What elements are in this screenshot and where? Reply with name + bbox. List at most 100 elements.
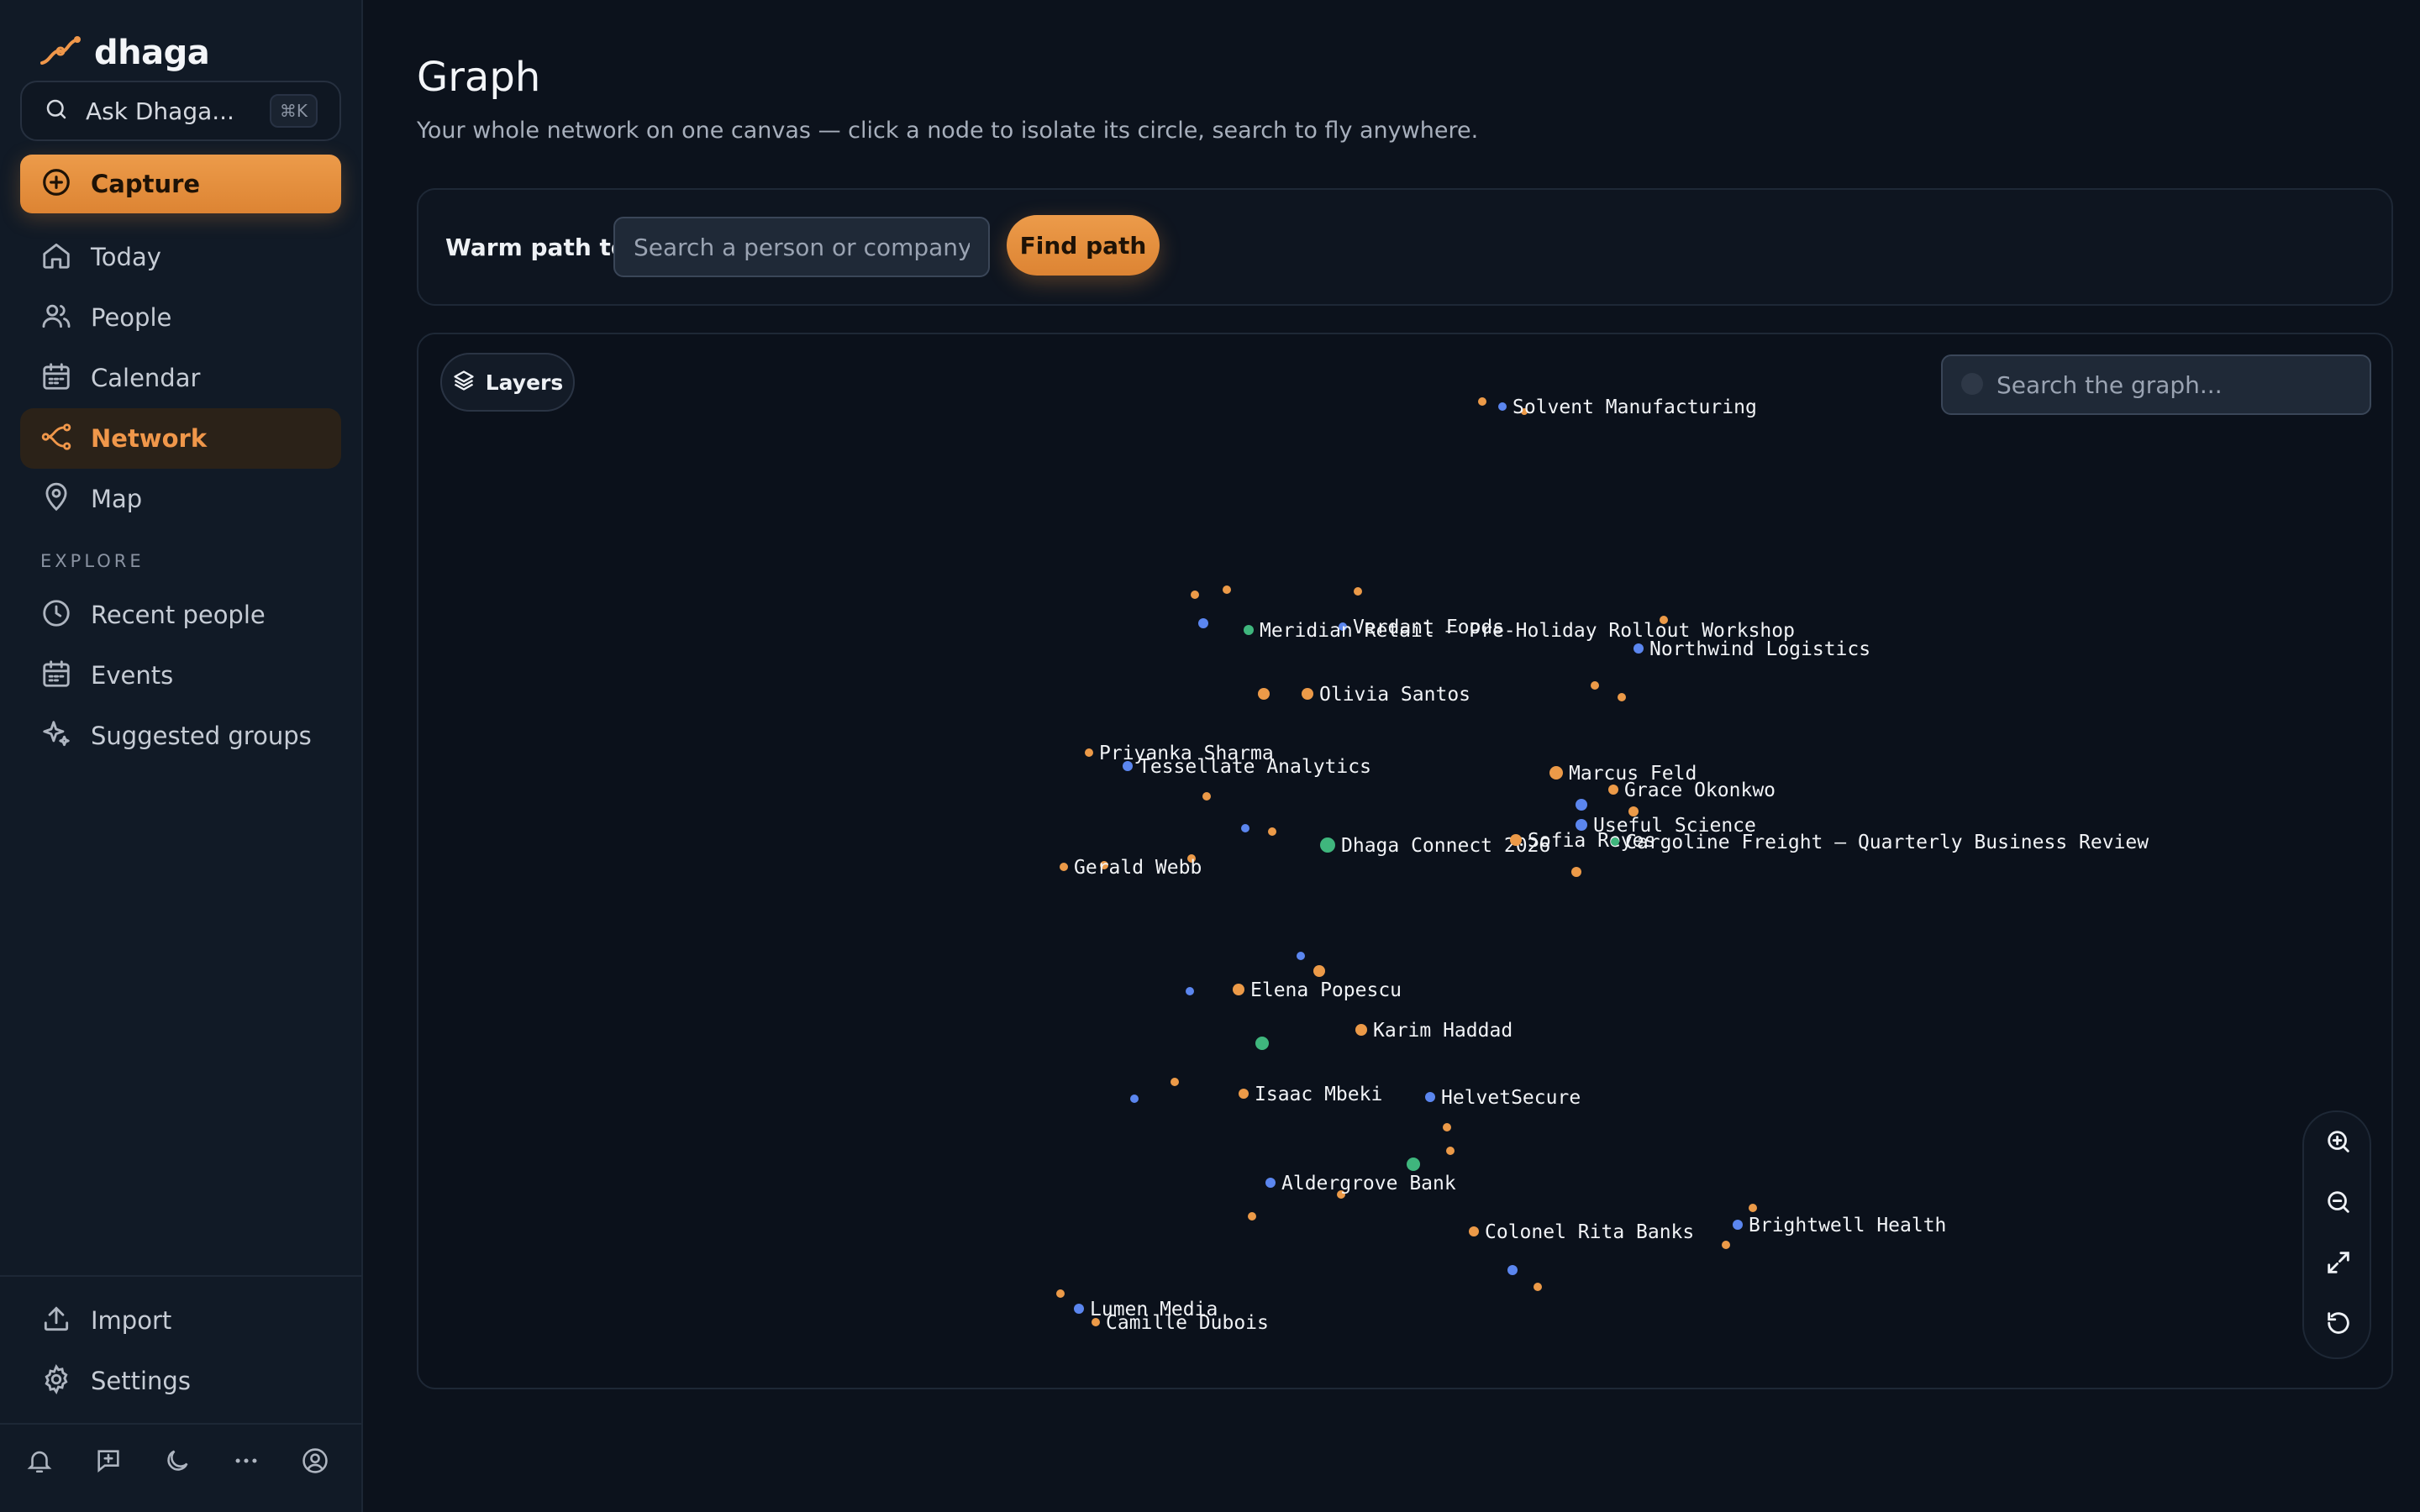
graph-node-company[interactable] — [1123, 761, 1133, 771]
search-icon — [44, 97, 69, 125]
people-icon — [40, 300, 72, 335]
logo-icon — [39, 34, 82, 71]
reset-icon[interactable] — [2321, 1305, 2356, 1341]
graph-node-label: Grace Okonkwo — [1624, 780, 1776, 801]
graph-node-person[interactable] — [1056, 1289, 1065, 1298]
nav-item-recent-people[interactable]: Recent people — [20, 585, 341, 645]
graph-node-company[interactable] — [1634, 643, 1644, 654]
nav-item-today[interactable]: Today — [20, 227, 341, 287]
graph-node-person[interactable] — [1549, 766, 1563, 780]
graph-node-company[interactable] — [1297, 952, 1305, 960]
sparkles-icon — [40, 718, 72, 753]
graph-node-person[interactable] — [1469, 1226, 1479, 1236]
graph-node-company[interactable] — [1074, 1304, 1084, 1314]
nav-label: Map — [91, 485, 143, 513]
graph-node-person[interactable] — [1749, 1204, 1757, 1212]
graph-node-person[interactable] — [1722, 1241, 1730, 1249]
graph-node-person[interactable] — [1060, 863, 1068, 871]
graph-node-person[interactable] — [1171, 1078, 1179, 1086]
graph-node-event[interactable] — [1611, 837, 1619, 846]
graph-node-company[interactable] — [1507, 1265, 1518, 1275]
graph-node-company[interactable] — [1733, 1220, 1743, 1230]
nav-label: Suggested groups — [91, 722, 312, 750]
nav-item-settings[interactable]: Settings — [20, 1351, 341, 1411]
graph-node-person[interactable] — [1571, 867, 1581, 877]
graph-node-company[interactable] — [1241, 824, 1249, 832]
graph-node-person[interactable] — [1608, 785, 1618, 795]
brand[interactable]: dhaga — [39, 32, 210, 74]
layers-label: Layers — [485, 370, 564, 395]
graph-node-person[interactable] — [1202, 792, 1211, 801]
graph-node-person[interactable] — [1085, 748, 1093, 757]
nav-item-people[interactable]: People — [20, 287, 341, 348]
brand-name: dhaga — [94, 34, 210, 72]
nav-item-events[interactable]: Events — [20, 645, 341, 706]
graph-node-person[interactable] — [1258, 688, 1270, 700]
graph-node-label: Cargoline Freight — Quarterly Business R… — [1625, 832, 2149, 853]
graph-node-person[interactable] — [1355, 1024, 1367, 1036]
graph-node-person[interactable] — [1268, 827, 1276, 836]
graph-node-person[interactable] — [1248, 1212, 1256, 1221]
warm-path-input[interactable] — [613, 217, 990, 277]
nav-item-suggested-groups[interactable]: Suggested groups — [20, 706, 341, 766]
graph-node-event[interactable] — [1255, 1037, 1269, 1050]
graph-node-person[interactable] — [1591, 681, 1599, 690]
graph-node-person[interactable] — [1233, 984, 1244, 995]
gear-icon — [40, 1363, 72, 1399]
layers-button[interactable]: Layers — [440, 353, 575, 412]
graph-node-person[interactable] — [1443, 1123, 1451, 1131]
upload-icon — [40, 1303, 72, 1338]
graph-node-company[interactable] — [1425, 1092, 1435, 1102]
graph-node-company[interactable] — [1198, 618, 1208, 628]
moon-icon[interactable] — [163, 1446, 192, 1475]
graph-node-person[interactable] — [1092, 1318, 1100, 1326]
graph-node-company[interactable] — [1576, 819, 1587, 831]
graph-node-company[interactable] — [1265, 1178, 1276, 1188]
more-icon[interactable] — [232, 1446, 260, 1475]
nav-item-import[interactable]: Import — [20, 1290, 341, 1351]
graph-node-company[interactable] — [1130, 1095, 1139, 1103]
graph-node-person[interactable] — [1313, 965, 1325, 977]
ask-dhaga-label: Ask Dhaga... — [86, 97, 234, 125]
capture-button[interactable]: Capture — [20, 155, 341, 213]
graph-node-person[interactable] — [1302, 688, 1313, 700]
graph-node-person[interactable] — [1478, 397, 1486, 406]
zoom-in-icon[interactable] — [2321, 1124, 2356, 1159]
graph-svg[interactable]: Solvent ManufacturingVerdant FoodsMeridi… — [418, 334, 2393, 1389]
graph-search-input[interactable] — [1941, 354, 2371, 415]
graph-node-company[interactable] — [1576, 799, 1587, 811]
graph-node-person[interactable] — [1446, 1147, 1455, 1155]
shortcut-badge: ⌘K — [269, 94, 318, 128]
zoom-out-icon[interactable] — [2321, 1184, 2356, 1220]
graph-node-person[interactable] — [1510, 834, 1522, 846]
fit-icon[interactable] — [2321, 1245, 2356, 1280]
graph-node-company[interactable] — [1186, 987, 1194, 995]
bell-icon[interactable] — [25, 1446, 54, 1475]
graph-node-label: Colonel Rita Banks — [1485, 1221, 1694, 1243]
nav-item-network[interactable]: Network — [20, 408, 341, 469]
graph-node-label: Camille Dubois — [1106, 1312, 1269, 1334]
find-path-button[interactable]: Find path — [1007, 215, 1160, 276]
explore-section-label: EXPLORE — [40, 551, 145, 571]
graph-node-person[interactable] — [1618, 693, 1626, 701]
graph-node-person[interactable] — [1534, 1283, 1542, 1291]
graph-node-label: Karim Haddad — [1373, 1020, 1512, 1042]
divider — [0, 1423, 363, 1425]
graph-node-person[interactable] — [1354, 587, 1362, 596]
account-icon[interactable] — [301, 1446, 329, 1475]
graph-node-person[interactable] — [1191, 591, 1199, 599]
nav-item-map[interactable]: Map — [20, 469, 341, 529]
nav-item-calendar[interactable]: Calendar — [20, 348, 341, 408]
search-icon — [1961, 373, 1983, 395]
graph-node-label: Isaac Mbeki — [1255, 1084, 1382, 1105]
graph-node-person[interactable] — [1223, 585, 1231, 594]
graph-node-event[interactable] — [1244, 625, 1254, 635]
graph-node-event[interactable] — [1320, 837, 1335, 853]
ask-dhaga-button[interactable]: Ask Dhaga... ⌘K — [20, 81, 341, 141]
graph-node-company[interactable] — [1498, 402, 1507, 411]
graph-canvas[interactable]: Solvent Manufacturing Verdant Foods Meridi… — [417, 333, 2393, 1389]
graph-node-event[interactable] — [1407, 1158, 1420, 1171]
message-plus-icon[interactable] — [94, 1446, 123, 1475]
graph-node-person[interactable] — [1239, 1089, 1249, 1099]
graph-node-label: Solvent Manufacturing — [1512, 396, 1757, 418]
